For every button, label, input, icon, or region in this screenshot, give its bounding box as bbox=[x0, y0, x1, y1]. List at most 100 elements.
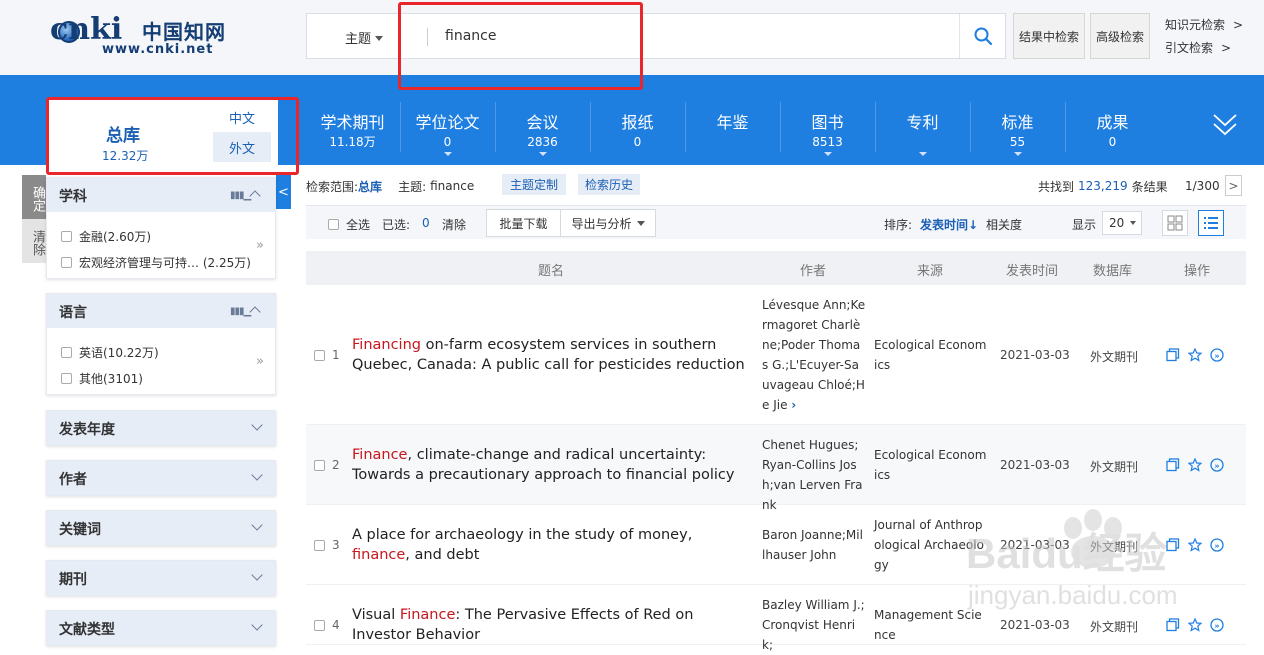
category-dissertation[interactable]: 学位论文 0 bbox=[400, 112, 495, 162]
checkbox[interactable] bbox=[61, 257, 72, 268]
facet-item[interactable]: 宏观经济管理与可持… (2.25万) bbox=[61, 254, 251, 271]
checkbox[interactable] bbox=[314, 539, 325, 551]
facet-item[interactable]: 其他(3101) bbox=[61, 370, 143, 387]
category-achievement[interactable]: 成果 0 bbox=[1065, 112, 1160, 162]
clear-selected-button[interactable]: 清除 bbox=[442, 216, 466, 233]
next-page-button[interactable]: > bbox=[1225, 175, 1242, 196]
chinese-button[interactable]: 中文 bbox=[213, 102, 271, 132]
batch-download-button[interactable]: 批量下载 bbox=[486, 209, 561, 237]
cnki-logo[interactable]: cnki 中国知网 www.cnki.net bbox=[50, 12, 230, 58]
expand-authors-icon[interactable]: › bbox=[791, 398, 796, 412]
knowledge-search-link[interactable]: 知识元检索 > bbox=[1165, 16, 1243, 33]
select-all[interactable]: 全选 bbox=[328, 216, 370, 233]
facet-item[interactable]: 英语(10.22万) bbox=[61, 344, 159, 361]
checkbox[interactable] bbox=[328, 219, 339, 230]
topic-custom-button[interactable]: 主题定制 bbox=[502, 174, 566, 195]
subject-facet-header[interactable]: 学科 ▮▮▮▁ bbox=[47, 178, 275, 212]
search-history-button[interactable]: 检索历史 bbox=[578, 174, 640, 195]
category-patent[interactable]: 专利 bbox=[875, 112, 970, 162]
row-select[interactable]: 1 bbox=[314, 348, 340, 362]
category-newspaper[interactable]: 报纸 0 bbox=[590, 112, 685, 162]
chevron-up-icon[interactable] bbox=[249, 306, 261, 318]
citation-search-link[interactable]: 引文检索 > bbox=[1165, 39, 1231, 56]
quote-icon[interactable]: » bbox=[1210, 538, 1224, 552]
quote-icon[interactable]: » bbox=[1210, 618, 1224, 632]
category-name: 标准 bbox=[1001, 113, 1034, 132]
bar-chart-icon[interactable]: ▮▮▮▁ bbox=[230, 190, 251, 201]
clear-filter-button[interactable]: 清除 bbox=[22, 219, 46, 263]
chevron-up-icon[interactable] bbox=[249, 190, 261, 202]
copy-icon[interactable] bbox=[1166, 458, 1180, 472]
facet-item[interactable]: 金融(2.60万) bbox=[61, 228, 151, 245]
more-icon[interactable]: » bbox=[256, 354, 264, 369]
row-authors[interactable]: Baron Joanne;Millhauser John bbox=[762, 525, 866, 565]
row-select[interactable]: 2 bbox=[314, 458, 340, 472]
bar-chart-icon[interactable]: ▮▮▮▁ bbox=[230, 306, 251, 317]
facet-journal-header[interactable]: 期刊 bbox=[47, 561, 275, 595]
row-actions: » bbox=[1166, 618, 1224, 632]
row-source[interactable]: Ecological Economics bbox=[874, 335, 988, 375]
checkbox[interactable] bbox=[314, 619, 325, 631]
facet-author-header[interactable]: 作者 bbox=[47, 461, 275, 495]
facet-year-header[interactable]: 发表年度 bbox=[47, 411, 275, 445]
search-type-select[interactable]: 主题 bbox=[345, 28, 384, 47]
row-authors[interactable]: Lévesque Ann;Kermagoret Charlène;Poder T… bbox=[762, 295, 866, 415]
list-view-button[interactable] bbox=[1198, 210, 1224, 236]
category-conference[interactable]: 会议 2836 bbox=[495, 112, 590, 162]
star-icon[interactable] bbox=[1188, 458, 1202, 472]
copy-icon[interactable] bbox=[1166, 618, 1180, 632]
category-yearbook[interactable]: 年鉴 bbox=[685, 112, 780, 162]
facet-doctype-panel[interactable]: 文献类型 bbox=[46, 610, 276, 646]
search-input[interactable] bbox=[445, 26, 945, 46]
row-actions: » bbox=[1166, 458, 1224, 472]
star-icon[interactable] bbox=[1188, 538, 1202, 552]
category-academic-journal[interactable]: 学术期刊 11.18万 bbox=[305, 112, 400, 162]
row-title-link[interactable]: Finance, climate-change and radical unce… bbox=[352, 445, 752, 485]
more-icon[interactable]: » bbox=[256, 238, 264, 253]
result-search-button[interactable]: 结果中检索 bbox=[1013, 13, 1085, 59]
facet-keyword-header[interactable]: 关键词 bbox=[47, 511, 275, 545]
star-icon[interactable] bbox=[1188, 348, 1202, 362]
row-source[interactable]: Journal of Anthropological Archaeology bbox=[874, 515, 988, 575]
row-authors[interactable]: Chenet Hugues;Ryan-Collins Josh;van Lerv… bbox=[762, 435, 866, 515]
sort-by-relevance[interactable]: 相关度 bbox=[986, 216, 1022, 233]
grid-view-button[interactable] bbox=[1162, 210, 1188, 236]
category-book[interactable]: 图书 8513 bbox=[780, 112, 875, 162]
copy-icon[interactable] bbox=[1166, 538, 1180, 552]
foreign-button[interactable]: 外文 bbox=[213, 132, 271, 162]
row-title-link[interactable]: Visual Finance: The Pervasive Effects of… bbox=[352, 605, 752, 645]
copy-icon[interactable] bbox=[1166, 348, 1180, 362]
row-source[interactable]: Management Science bbox=[874, 605, 988, 645]
facet-year-panel[interactable]: 发表年度 bbox=[46, 410, 276, 446]
quote-icon[interactable]: » bbox=[1210, 458, 1224, 472]
row-select[interactable]: 3 bbox=[314, 538, 340, 552]
facet-author-panel[interactable]: 作者 bbox=[46, 460, 276, 496]
page-size-select[interactable]: 20 bbox=[1102, 211, 1142, 235]
row-title-link[interactable]: A place for archaeology in the study of … bbox=[352, 525, 752, 565]
row-select[interactable]: 4 bbox=[314, 618, 340, 632]
row-source[interactable]: Ecological Economics bbox=[874, 445, 988, 485]
checkbox[interactable] bbox=[61, 231, 72, 242]
advanced-search-button[interactable]: 高级检索 bbox=[1090, 13, 1150, 59]
checkbox[interactable] bbox=[314, 459, 325, 471]
collapse-sidebar-button[interactable]: < bbox=[276, 175, 291, 209]
checkbox[interactable] bbox=[61, 373, 72, 384]
row-title-link[interactable]: Financing on-farm ecosystem services in … bbox=[352, 335, 752, 375]
language-facet-header[interactable]: 语言 ▮▮▮▁ bbox=[47, 294, 275, 328]
confirm-button[interactable]: 确定 bbox=[22, 175, 46, 219]
checkbox[interactable] bbox=[314, 349, 325, 361]
star-icon[interactable] bbox=[1188, 618, 1202, 632]
search-button[interactable] bbox=[959, 14, 1005, 58]
row-authors[interactable]: Bazley William J.;Cronqvist Henrik; bbox=[762, 595, 866, 655]
category-standard[interactable]: 标准 55 bbox=[970, 112, 1065, 162]
facet-doctype-header[interactable]: 文献类型 bbox=[47, 611, 275, 645]
facet-journal-panel[interactable]: 期刊 bbox=[46, 560, 276, 596]
checkbox[interactable] bbox=[61, 347, 72, 358]
select-all-label: 全选 bbox=[346, 218, 371, 232]
facet-keyword-panel[interactable]: 关键词 bbox=[46, 510, 276, 546]
expand-categories-button[interactable] bbox=[1212, 112, 1238, 142]
quote-icon[interactable]: » bbox=[1210, 348, 1224, 362]
sort-by-time[interactable]: 发表时间↓ bbox=[920, 216, 978, 233]
export-analysis-button[interactable]: 导出与分析 bbox=[560, 209, 656, 237]
total-library-tab[interactable]: 总库 12.32万 中文 外文 bbox=[46, 100, 278, 174]
